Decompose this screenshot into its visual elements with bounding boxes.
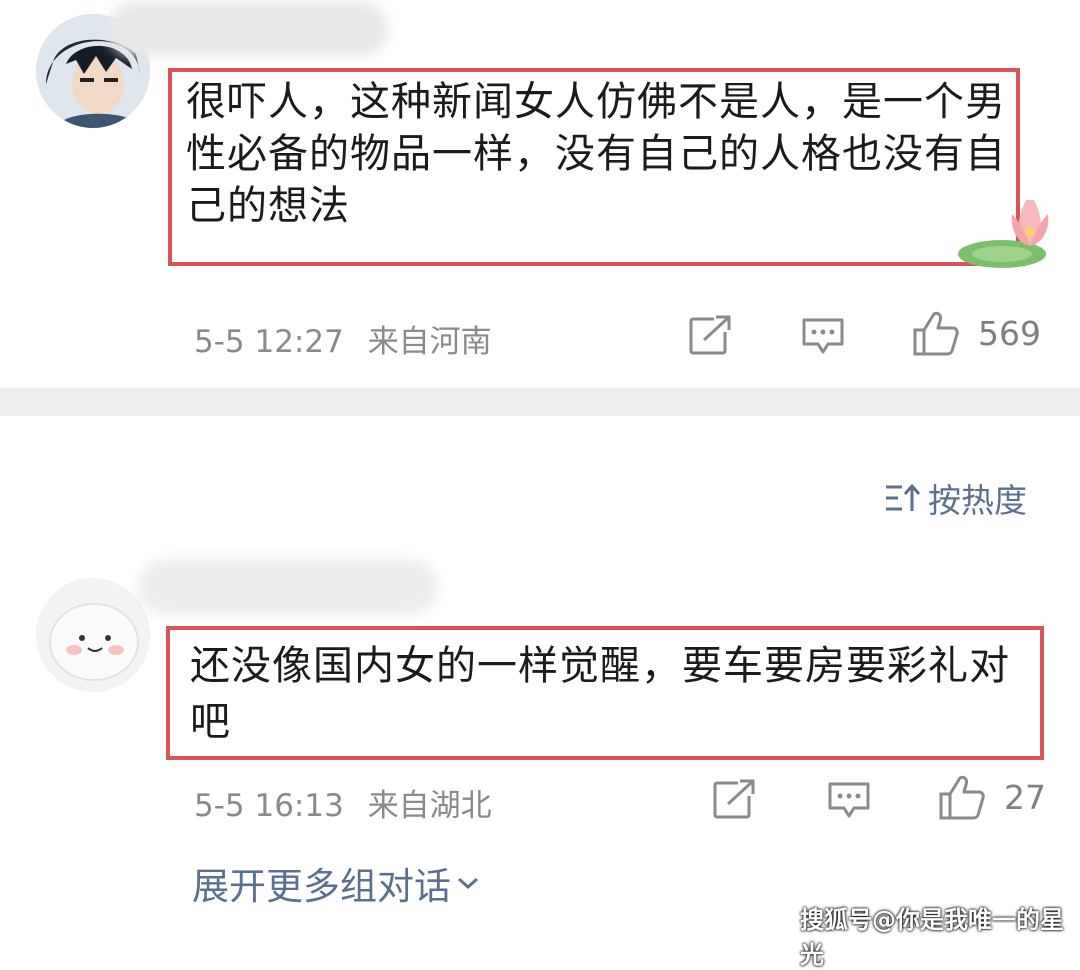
like-count: 569 bbox=[978, 313, 1041, 353]
comment-icon bbox=[828, 782, 870, 818]
avatar-image bbox=[36, 578, 150, 692]
share-icon bbox=[689, 314, 732, 355]
expand-more-conversations-link[interactable]: 展开更多组对话 bbox=[192, 856, 481, 910]
username-blurred[interactable] bbox=[108, 2, 388, 56]
chevron-down-icon bbox=[458, 877, 478, 890]
comment-button[interactable] bbox=[800, 316, 846, 356]
like-button[interactable]: 569 bbox=[912, 310, 1041, 356]
like-button[interactable]: 27 bbox=[938, 774, 1046, 820]
watermark: 搜狐号@你是我唯一的星光 bbox=[800, 906, 1064, 969]
username-blurred[interactable] bbox=[138, 560, 438, 614]
comment-text: 很吓人，这种新闻女人仿佛不是人，是一个男性必备的物品一样，没有自己的人格也没有自… bbox=[186, 79, 1006, 229]
share-icon bbox=[713, 778, 756, 819]
share-button[interactable] bbox=[712, 778, 756, 820]
sort-label: 按热度 bbox=[928, 481, 1027, 520]
comment-meta: 5-5 16:13 来自湖北 bbox=[194, 780, 492, 825]
section-divider bbox=[0, 388, 1080, 416]
like-icon bbox=[913, 311, 959, 356]
comment-meta: 5-5 12:27 来自河南 bbox=[194, 316, 492, 361]
avatar[interactable] bbox=[36, 578, 150, 692]
sort-by-hot-button[interactable]: 按热度 bbox=[884, 474, 1027, 522]
share-button[interactable] bbox=[688, 314, 732, 356]
sort-icon bbox=[886, 483, 921, 511]
expand-label: 展开更多组对话 bbox=[192, 865, 451, 908]
lotus-sticker-icon bbox=[956, 190, 1066, 270]
comment-location: 来自湖北 bbox=[367, 788, 492, 824]
comment-time: 5-5 16:13 bbox=[194, 788, 344, 824]
comment-text: 还没像国内女的一样觉醒，要车要房要彩礼对吧 bbox=[190, 643, 1010, 745]
comment-time: 5-5 12:27 bbox=[194, 324, 344, 360]
comment-location: 来自河南 bbox=[367, 324, 492, 360]
comment-icon bbox=[802, 318, 844, 354]
like-icon bbox=[939, 775, 985, 820]
like-count: 27 bbox=[1004, 777, 1046, 817]
comment-button[interactable] bbox=[826, 780, 872, 820]
